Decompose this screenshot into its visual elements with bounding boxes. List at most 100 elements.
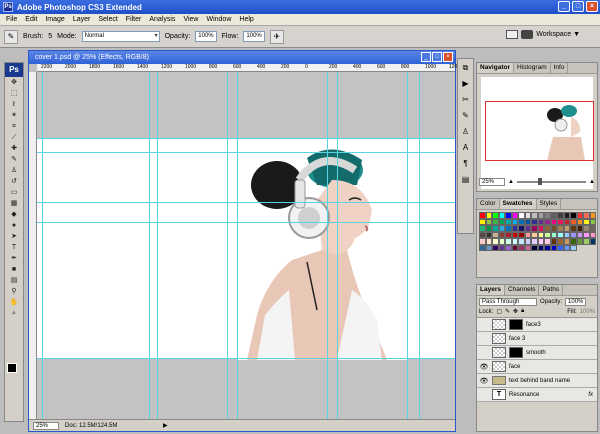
tab-layers[interactable]: Layers <box>477 285 505 295</box>
layer-row[interactable]: smooth <box>477 346 597 360</box>
lasso-tool-icon[interactable]: ℓ <box>5 99 23 110</box>
history-brush-tool-icon[interactable]: ↺ <box>5 176 23 187</box>
brush-tool-icon[interactable]: ✎ <box>5 154 23 165</box>
flow-field[interactable]: 100% <box>243 31 265 42</box>
layer-row[interactable]: 👁︎ face <box>477 360 597 374</box>
tab-navigator[interactable]: Navigator <box>477 63 514 73</box>
shape-tool-icon[interactable]: ■ <box>5 264 23 275</box>
workspace-menu[interactable]: Workspace ▼ <box>536 31 580 38</box>
document-title-bar: cover 1.psd @ 25% (Effects, RGB/8) _ □ × <box>29 51 455 64</box>
tab-channels[interactable]: Channels <box>505 285 540 295</box>
notes-tool-icon[interactable]: ▤ <box>5 275 23 286</box>
document-canvas[interactable] <box>37 72 455 419</box>
menu-select[interactable]: Select <box>94 16 121 23</box>
navigator-zoom-slider[interactable] <box>516 178 587 185</box>
lock-transparency-icon[interactable]: ▢ <box>496 308 502 315</box>
foreground-color-swatch[interactable] <box>7 363 17 373</box>
actions-palette-icon[interactable]: ▶ <box>458 77 473 91</box>
camera-icon[interactable] <box>521 30 534 39</box>
layer-row[interactable]: T Resonance fx <box>477 388 597 402</box>
palette-well-icon[interactable] <box>506 30 519 39</box>
character-palette-icon[interactable]: A <box>458 141 473 155</box>
pen-tool-icon[interactable]: ✒ <box>5 253 23 264</box>
mode-select[interactable]: Normal <box>81 31 160 42</box>
layer-mask-thumbnail[interactable] <box>509 347 523 358</box>
menu-filter[interactable]: Filter <box>122 16 146 23</box>
menu-layer[interactable]: Layer <box>69 16 95 23</box>
slice-tool-icon[interactable]: ⟋ <box>5 132 23 143</box>
tab-color[interactable]: Color <box>477 199 500 209</box>
navigator-panel: Navigator Histogram Info 25% ▲ ▲ <box>476 62 598 192</box>
doc-maximize-button[interactable]: □ <box>432 52 442 62</box>
maximize-button[interactable]: □ <box>572 1 584 12</box>
lock-pixels-icon[interactable]: ✎ <box>505 308 510 315</box>
stamp-tool-icon[interactable]: ♙ <box>5 165 23 176</box>
menu-analysis[interactable]: Analysis <box>145 16 179 23</box>
tool-presets-icon[interactable]: ✂ <box>458 93 473 107</box>
navigator-zoom-field[interactable]: 25% <box>479 178 505 186</box>
menu-image[interactable]: Image <box>41 16 68 23</box>
close-button[interactable]: × <box>586 1 598 12</box>
tab-swatches[interactable]: Swatches <box>499 199 537 209</box>
eyedropper-tool-icon[interactable]: ⚲ <box>5 286 23 297</box>
eraser-tool-icon[interactable]: ▭ <box>5 187 23 198</box>
hand-tool-icon[interactable]: ✋ <box>5 297 23 308</box>
color-swatch[interactable] <box>570 244 577 251</box>
layer-effects-icon[interactable]: fx <box>588 392 593 398</box>
color-swatch[interactable] <box>589 238 596 245</box>
magic-wand-tool-icon[interactable]: ✶ <box>5 110 23 121</box>
tab-paths[interactable]: Paths <box>539 285 564 295</box>
status-arrow-icon[interactable]: ▶ <box>163 422 168 429</box>
marquee-tool-icon[interactable]: ⬚ <box>5 88 23 99</box>
fill-field[interactable]: 100% <box>580 309 595 315</box>
brush-size[interactable]: 5 <box>48 33 52 40</box>
navigator-preview[interactable] <box>481 77 594 189</box>
tab-info[interactable]: Info <box>551 63 569 73</box>
history-palette-icon[interactable]: ⧉ <box>458 61 473 75</box>
layer-visibility-eye-icon[interactable]: 👁︎ <box>479 377 489 385</box>
menu-view[interactable]: View <box>179 16 202 23</box>
layer-visibility-eye-icon[interactable]: 👁︎ <box>479 363 489 371</box>
brushes-palette-icon[interactable]: ✎ <box>458 109 473 123</box>
layer-opacity-field[interactable]: 100% <box>565 298 587 306</box>
dodge-tool-icon[interactable]: ● <box>5 220 23 231</box>
opacity-field[interactable]: 100% <box>195 31 217 42</box>
menu-edit[interactable]: Edit <box>21 16 41 23</box>
path-select-tool-icon[interactable]: ➤ <box>5 231 23 242</box>
doc-close-button[interactable]: × <box>443 52 453 62</box>
menu-help[interactable]: Help <box>235 16 257 23</box>
layer-row[interactable]: face 3 <box>477 332 597 346</box>
paragraph-palette-icon[interactable]: ¶ <box>458 157 473 171</box>
layer-comps-icon[interactable]: ▤ <box>458 173 473 187</box>
tab-histogram[interactable]: Histogram <box>514 63 551 73</box>
lock-all-icon[interactable]: 🔒︎ <box>521 308 524 315</box>
minimize-button[interactable]: _ <box>558 1 570 12</box>
airbrush-icon[interactable]: ✈ <box>269 29 284 44</box>
crop-tool-icon[interactable]: ⌗ <box>5 121 23 132</box>
blur-tool-icon[interactable]: ◆ <box>5 209 23 220</box>
blend-mode-select[interactable]: Pass Through <box>479 298 537 306</box>
layer-row[interactable]: 👁︎ text behind band name <box>477 374 597 388</box>
brush-tool-icon[interactable]: ✎ <box>4 29 18 44</box>
layer-mask-thumbnail[interactable] <box>509 319 523 330</box>
clone-source-icon[interactable]: ♙ <box>458 125 473 139</box>
layer-row[interactable]: face3 <box>477 318 597 332</box>
tab-styles[interactable]: Styles <box>537 199 562 209</box>
healing-tool-icon[interactable]: ✚ <box>5 143 23 154</box>
gradient-tool-icon[interactable]: ▦ <box>5 198 23 209</box>
navigator-view-box[interactable] <box>485 101 594 161</box>
menu-file[interactable]: File <box>2 16 21 23</box>
lock-position-icon[interactable]: ✥ <box>513 308 518 315</box>
zoom-field[interactable]: 25% <box>33 421 59 430</box>
zoom-in-icon[interactable]: ▲ <box>589 179 595 185</box>
zoom-out-icon[interactable]: ▲ <box>508 179 514 185</box>
guide-horizontal <box>37 152 455 153</box>
menu-window[interactable]: Window <box>202 16 235 23</box>
layer-list: face3 face 3 smooth 👁︎ face 👁︎ text behind ban… <box>477 318 597 402</box>
ruler-mark: 200 <box>281 64 290 70</box>
move-tool-icon[interactable]: ✥ <box>5 77 23 88</box>
doc-minimize-button[interactable]: _ <box>421 52 431 62</box>
guide-horizontal <box>37 138 455 139</box>
zoom-tool-icon[interactable]: ⌕ <box>5 308 23 319</box>
type-tool-icon[interactable]: T <box>5 242 23 253</box>
